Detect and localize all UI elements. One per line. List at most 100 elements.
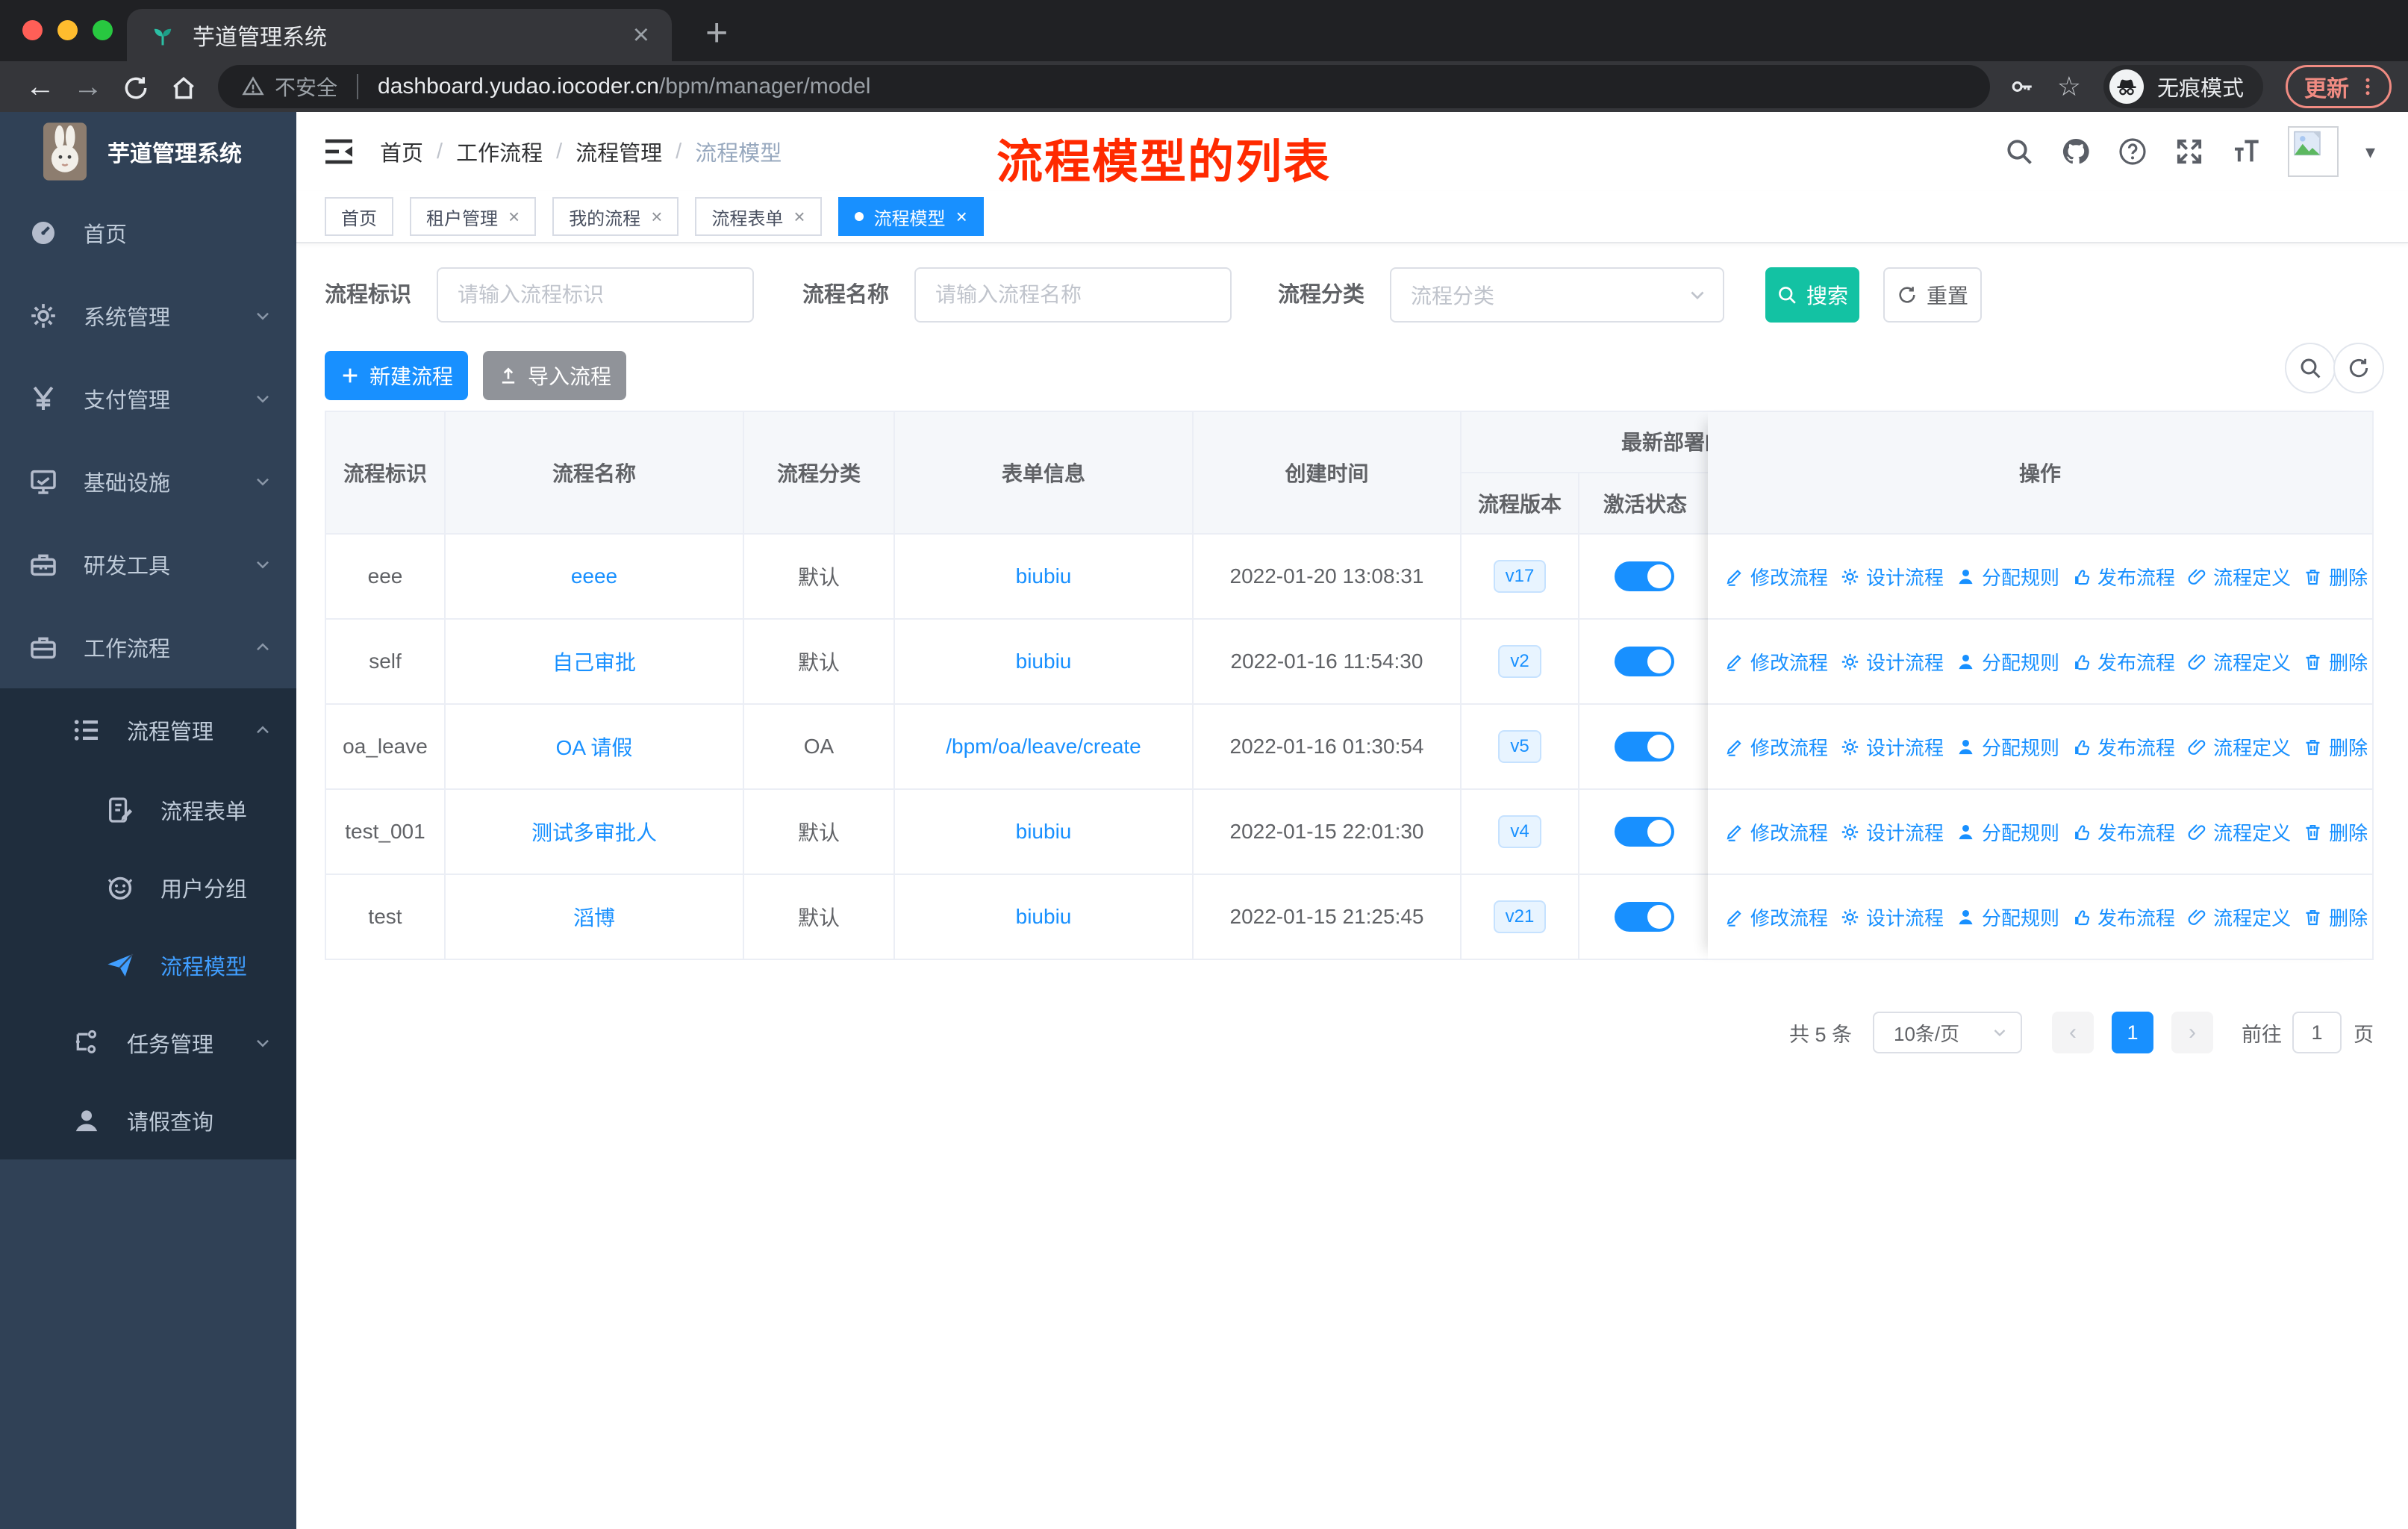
back-icon[interactable]: ← [16,61,64,112]
breadcrumb-item-首页[interactable]: 首页 [380,136,423,167]
status-toggle[interactable] [1615,561,1674,591]
action-删除[interactable]: 删除 [2303,563,2368,591]
cell-process-name-link[interactable]: 测试多审批人 [531,817,657,847]
action-发布流程[interactable]: 发布流程 [2071,903,2175,931]
page-button-1[interactable]: 1 [2112,1012,2153,1053]
sidebar-item-用户分组[interactable]: 用户分组 [0,849,296,927]
home-icon[interactable] [160,61,208,112]
tab-close-icon[interactable]: × [633,21,649,49]
tag-close-icon[interactable]: × [508,207,520,226]
sidebar-item-工作流程[interactable]: 工作流程 [0,605,296,688]
password-key-icon[interactable] [2009,74,2035,99]
action-分配规则[interactable]: 分配规则 [1956,648,2059,676]
action-分配规则[interactable]: 分配规则 [1956,563,2059,591]
goto-page-input[interactable] [2292,1012,2342,1053]
action-分配规则[interactable]: 分配规则 [1956,903,2059,931]
sidebar-item-首页[interactable]: 首页 [0,191,296,274]
search-button[interactable]: 搜索 [1765,267,1859,323]
security-label[interactable]: 不安全 [275,72,337,102]
collapse-sidebar-icon[interactable] [321,134,357,169]
prev-page-button[interactable]: ‹ [2052,1012,2094,1053]
sidebar-item-流程表单[interactable]: 流程表单 [0,771,296,849]
github-icon[interactable] [2061,137,2091,166]
fullscreen-icon[interactable] [2174,137,2204,166]
bookmark-star-icon[interactable]: ☆ [2057,71,2081,102]
sidebar-item-请假查询[interactable]: 请假查询 [0,1082,296,1159]
action-删除[interactable]: 删除 [2303,903,2368,931]
user-avatar[interactable] [2287,126,2339,177]
breadcrumb-item-工作流程[interactable]: 工作流程 [456,136,543,167]
show-search-button[interactable] [2285,343,2336,393]
cell-process-name-link[interactable]: eeee [571,564,617,588]
action-设计流程[interactable]: 设计流程 [1840,903,1944,931]
sidebar-item-研发工具[interactable]: 研发工具 [0,523,296,605]
tag-close-icon[interactable]: × [651,207,662,226]
kebab-menu-icon[interactable] [2356,75,2379,98]
action-设计流程[interactable]: 设计流程 [1840,733,1944,761]
tag-close-icon[interactable]: × [956,207,967,226]
cell-form-info-link[interactable]: biubiu [1016,820,1072,844]
cell-process-name-link[interactable]: 自己审批 [552,647,636,676]
action-流程定义[interactable]: 流程定义 [2187,903,2291,931]
page-size-select[interactable]: 10条/页 [1873,1012,2022,1053]
create-process-button[interactable]: 新建流程 [325,351,468,400]
next-page-button[interactable]: › [2171,1012,2213,1053]
minimize-window-button[interactable] [57,20,78,40]
avatar-caret-down-icon[interactable]: ▾ [2365,140,2375,164]
close-window-button[interactable] [22,20,43,40]
maximize-window-button[interactable] [93,20,113,40]
sidebar-item-支付管理[interactable]: 支付管理 [0,357,296,440]
action-流程定义[interactable]: 流程定义 [2187,818,2291,846]
action-修改流程[interactable]: 修改流程 [1724,733,1828,761]
help-icon[interactable] [2118,137,2147,166]
tag-流程表单[interactable]: 流程表单 × [695,197,822,236]
status-toggle[interactable] [1615,732,1674,762]
action-分配规则[interactable]: 分配规则 [1956,733,2059,761]
action-流程定义[interactable]: 流程定义 [2187,563,2291,591]
sidebar-item-流程管理[interactable]: 流程管理 [0,688,296,771]
action-删除[interactable]: 删除 [2303,648,2368,676]
action-流程定义[interactable]: 流程定义 [2187,648,2291,676]
action-发布流程[interactable]: 发布流程 [2071,733,2175,761]
action-流程定义[interactable]: 流程定义 [2187,733,2291,761]
action-设计流程[interactable]: 设计流程 [1840,648,1944,676]
cell-form-info-link[interactable]: biubiu [1016,564,1072,588]
tag-close-icon[interactable]: × [793,207,805,226]
action-设计流程[interactable]: 设计流程 [1840,563,1944,591]
tag-我的流程[interactable]: 我的流程 × [552,197,679,236]
font-size-icon[interactable] [2231,137,2261,166]
sidebar-item-流程模型[interactable]: 流程模型 [0,927,296,1004]
update-browser-button[interactable]: 更新 [2286,65,2392,108]
action-修改流程[interactable]: 修改流程 [1724,648,1828,676]
tag-租户管理[interactable]: 租户管理 × [410,197,537,236]
filter-key-input[interactable] [437,267,754,323]
browser-tab[interactable]: 芋道管理系统 × [127,9,672,61]
status-toggle[interactable] [1615,817,1674,847]
action-修改流程[interactable]: 修改流程 [1724,903,1828,931]
tag-首页[interactable]: 首页 [325,197,393,236]
action-发布流程[interactable]: 发布流程 [2071,563,2175,591]
cell-form-info-link[interactable]: biubiu [1016,650,1072,673]
action-发布流程[interactable]: 发布流程 [2071,648,2175,676]
action-修改流程[interactable]: 修改流程 [1724,818,1828,846]
reset-button[interactable]: 重置 [1883,267,1982,323]
cell-process-name-link[interactable]: OA 请假 [556,732,633,762]
tag-流程模型[interactable]: 流程模型 × [838,197,984,236]
filter-name-input[interactable] [914,267,1232,323]
cell-form-info-link[interactable]: /bpm/oa/leave/create [946,735,1141,759]
status-toggle[interactable] [1615,647,1674,676]
forward-icon[interactable]: → [64,61,112,112]
action-修改流程[interactable]: 修改流程 [1724,563,1828,591]
action-发布流程[interactable]: 发布流程 [2071,818,2175,846]
app-logo[interactable]: 芋道管理系统 [0,112,296,191]
action-删除[interactable]: 删除 [2303,818,2368,846]
sidebar-item-任务管理[interactable]: 任务管理 [0,1004,296,1082]
action-删除[interactable]: 删除 [2303,733,2368,761]
action-设计流程[interactable]: 设计流程 [1840,818,1944,846]
sidebar-item-系统管理[interactable]: 系统管理 [0,274,296,357]
reload-icon[interactable] [112,61,160,112]
status-toggle[interactable] [1615,902,1674,932]
cell-process-name-link[interactable]: 滔博 [573,902,615,932]
search-icon[interactable] [2004,137,2034,166]
sidebar-item-基础设施[interactable]: 基础设施 [0,440,296,523]
